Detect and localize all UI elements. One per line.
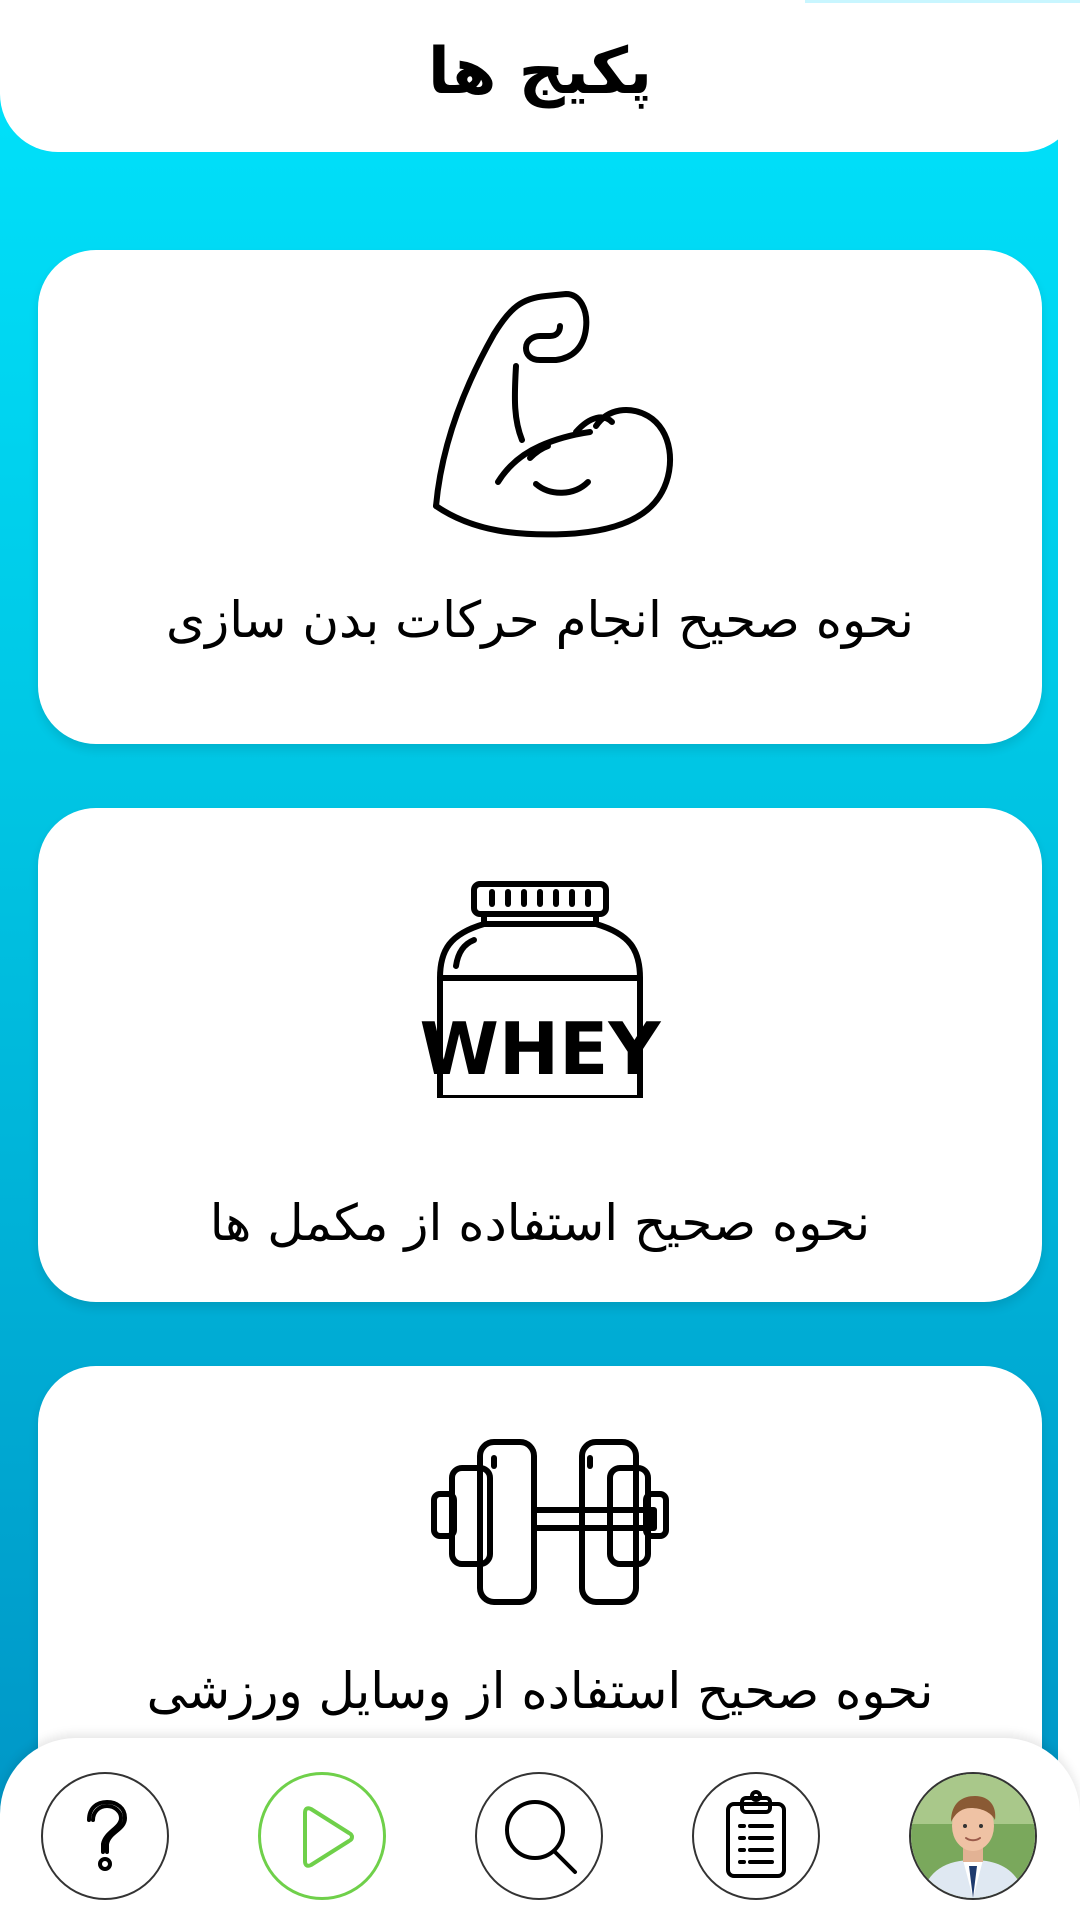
package-card-bodybuilding[interactable]: نحوه صحیح انجام حرکات بدن سازی [38, 250, 1042, 744]
packages-screen: پکیج ها نحوه صحیح انجام حرکات بدن سازی W… [0, 0, 1080, 1920]
package-card-label: نحوه صحیح استفاده از مکمل ها [209, 1194, 871, 1252]
user-avatar [911, 1774, 1035, 1898]
whey-jar-icon: WHEY [420, 881, 662, 1098]
profile-button[interactable] [909, 1772, 1037, 1900]
package-card-label: نحوه صحیح استفاده از وسایل ورزشی [146, 1662, 934, 1720]
page-title: پکیج ها [427, 35, 653, 109]
search-button[interactable] [475, 1772, 603, 1900]
clipboard-button[interactable] [692, 1772, 820, 1900]
clipboard-icon [726, 1790, 786, 1878]
help-question-icon [87, 1800, 127, 1871]
header-bar: پکیج ها [0, 0, 1080, 152]
top-edge-highlight [805, 0, 1080, 3]
bottom-nav-bar [0, 1738, 1080, 1920]
right-edge-strip [1058, 0, 1080, 1920]
search-icon [505, 1800, 577, 1874]
dumbbell-icon [431, 1439, 669, 1605]
jar-label-text: WHEY [420, 1007, 662, 1091]
package-card-label: نحوه صحیح انجام حرکات بدن سازی [166, 591, 914, 649]
play-icon [303, 1806, 354, 1868]
flexed-bicep-icon [433, 291, 674, 538]
help-button[interactable] [41, 1772, 169, 1900]
play-button[interactable] [258, 1772, 386, 1900]
package-card-supplements[interactable]: WHEY نحوه صحیح استفاده از مکمل ها [38, 808, 1042, 1302]
